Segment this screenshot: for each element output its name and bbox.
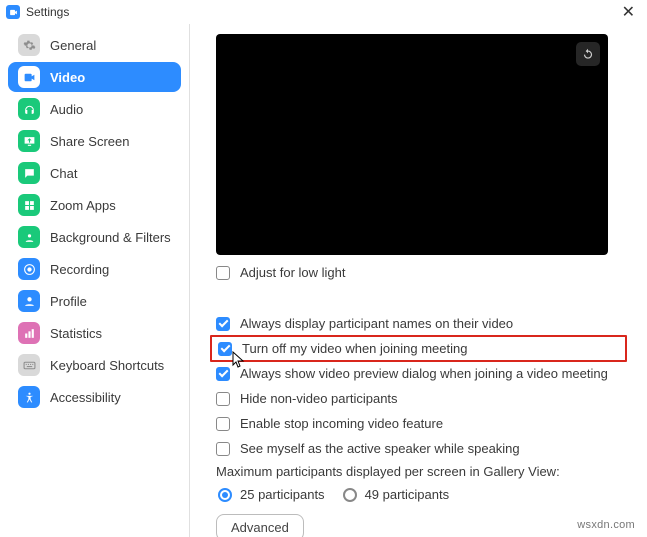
radio-label: 25 participants <box>240 487 325 502</box>
sidebar-item-label: Background & Filters <box>50 230 171 245</box>
sidebar-item-label: Chat <box>50 166 77 181</box>
checkbox-unchecked[interactable] <box>216 417 230 431</box>
sidebar-item-video[interactable]: Video <box>8 62 181 92</box>
video-preview <box>216 34 608 255</box>
apps-icon <box>18 194 40 216</box>
sidebar-item-label: General <box>50 38 96 53</box>
sidebar-item-label: Keyboard Shortcuts <box>50 358 164 373</box>
option-turn-off-video[interactable]: Turn off my video when joining meeting <box>218 341 619 356</box>
zoom-app-icon <box>6 5 20 19</box>
video-settings-panel: Adjust for low light Always display part… <box>190 24 647 537</box>
recording-icon <box>18 258 40 280</box>
radio-checked[interactable] <box>218 488 232 502</box>
sidebar-item-share-screen[interactable]: Share Screen <box>8 126 181 156</box>
checkbox-unchecked[interactable] <box>216 266 230 280</box>
window-title: Settings <box>26 5 69 19</box>
gear-icon <box>18 34 40 56</box>
checkbox-checked[interactable] <box>218 342 232 356</box>
advanced-button[interactable]: Advanced <box>216 514 304 537</box>
option-hide-nonvideo[interactable]: Hide non-video participants <box>216 391 621 406</box>
sidebar-item-zoom-apps[interactable]: Zoom Apps <box>8 190 181 220</box>
accessibility-icon <box>18 386 40 408</box>
sidebar-item-background-filters[interactable]: Background & Filters <box>8 222 181 252</box>
sidebar-item-statistics[interactable]: Statistics <box>8 318 181 348</box>
sidebar-item-keyboard-shortcuts[interactable]: Keyboard Shortcuts <box>8 350 181 380</box>
radio-49-participants[interactable]: 49 participants <box>343 487 450 502</box>
sidebar-item-chat[interactable]: Chat <box>8 158 181 188</box>
option-show-preview[interactable]: Always show video preview dialog when jo… <box>216 366 621 381</box>
background-icon <box>18 226 40 248</box>
profile-icon <box>18 290 40 312</box>
rotate-camera-icon[interactable] <box>576 42 600 66</box>
statistics-icon <box>18 322 40 344</box>
close-icon[interactable]: ✕ <box>616 2 641 22</box>
watermark: wsxdn.com <box>577 519 635 531</box>
sidebar-item-label: Recording <box>50 262 109 277</box>
option-display-names[interactable]: Always display participant names on thei… <box>216 316 621 331</box>
option-label: Always display participant names on thei… <box>240 316 513 331</box>
checkbox-unchecked[interactable] <box>216 392 230 406</box>
option-adjust-low-light[interactable]: Adjust for low light <box>216 265 621 280</box>
titlebar: Settings ✕ <box>0 0 647 24</box>
sidebar-item-profile[interactable]: Profile <box>8 286 181 316</box>
checkbox-checked[interactable] <box>216 367 230 381</box>
keyboard-icon <box>18 354 40 376</box>
chat-icon <box>18 162 40 184</box>
option-label: Enable stop incoming video feature <box>240 416 443 431</box>
option-label: Adjust for low light <box>240 265 346 280</box>
sidebar-item-general[interactable]: General <box>8 30 181 60</box>
sidebar-item-label: Zoom Apps <box>50 198 116 213</box>
option-label: Hide non-video participants <box>240 391 398 406</box>
option-label: Turn off my video when joining meeting <box>242 341 467 356</box>
sidebar-item-label: Audio <box>50 102 83 117</box>
radio-label: 49 participants <box>365 487 450 502</box>
sidebar-item-label: Statistics <box>50 326 102 341</box>
share-screen-icon <box>18 130 40 152</box>
sidebar-item-accessibility[interactable]: Accessibility <box>8 382 181 412</box>
sidebar-item-recording[interactable]: Recording <box>8 254 181 284</box>
option-label: See myself as the active speaker while s… <box>240 441 520 456</box>
headphones-icon <box>18 98 40 120</box>
highlight-annotation: Turn off my video when joining meeting <box>210 335 627 362</box>
sidebar-item-audio[interactable]: Audio <box>8 94 181 124</box>
video-icon <box>18 66 40 88</box>
sidebar-item-label: Profile <box>50 294 87 309</box>
radio-unchecked[interactable] <box>343 488 357 502</box>
radio-25-participants[interactable]: 25 participants <box>218 487 325 502</box>
option-see-myself-active[interactable]: See myself as the active speaker while s… <box>216 441 621 456</box>
max-participants-label: Maximum participants displayed per scree… <box>216 464 621 479</box>
checkbox-unchecked[interactable] <box>216 442 230 456</box>
sidebar: General Video Audio Share Screen Chat Zo… <box>0 24 190 537</box>
sidebar-item-label: Accessibility <box>50 390 121 405</box>
sidebar-item-label: Video <box>50 70 85 85</box>
option-stop-incoming[interactable]: Enable stop incoming video feature <box>216 416 621 431</box>
sidebar-item-label: Share Screen <box>50 134 130 149</box>
option-label: Always show video preview dialog when jo… <box>240 366 608 381</box>
checkbox-checked[interactable] <box>216 317 230 331</box>
